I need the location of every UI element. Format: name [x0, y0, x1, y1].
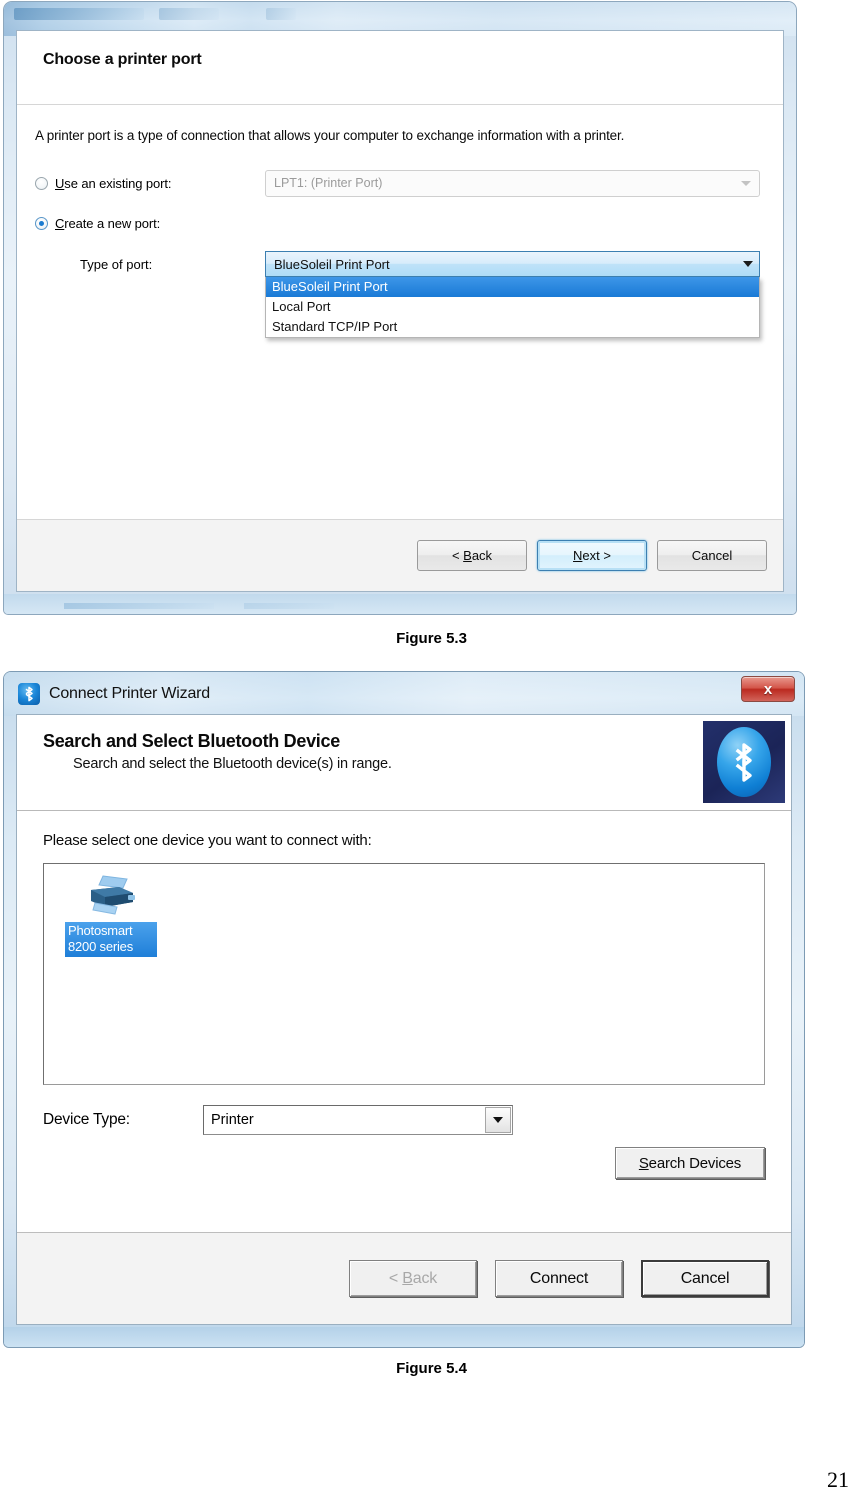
new-port-option[interactable]: Create a new port:	[35, 216, 265, 231]
back-button[interactable]: < Back	[417, 540, 527, 571]
cpw-main: Please select one device you want to con…	[17, 812, 791, 1232]
list-item[interactable]: Photosmart 8200 series	[60, 874, 162, 957]
new-port-radio[interactable]	[35, 216, 48, 230]
bluetooth-icon	[18, 683, 40, 705]
cpw-header: Search and Select Bluetooth Device Searc…	[17, 715, 791, 811]
cancel-button[interactable]: Cancel	[641, 1260, 769, 1297]
type-of-port-dropdown-list[interactable]: BlueSoleil Print Port Local Port Standar…	[265, 277, 760, 338]
cpw-heading: Search and Select Bluetooth Device	[43, 731, 340, 751]
cpw-title-bar[interactable]: Connect Printer Wizard x	[4, 672, 804, 716]
existing-port-option[interactable]: Use an existing port:	[35, 176, 265, 191]
device-name-line2: 8200 series	[68, 939, 134, 954]
existing-port-radio[interactable]	[35, 176, 48, 190]
printer-icon	[83, 874, 139, 918]
window-bottom-frame	[4, 594, 796, 614]
existing-port-combobox[interactable]: LPT1: (Printer Port)	[265, 169, 760, 197]
titlebar-reflection-2	[159, 8, 219, 20]
bottom-reflection-1	[64, 603, 214, 609]
back-button-label: < Back	[451, 548, 493, 563]
cpw-body: Search and Select Bluetooth Device Searc…	[16, 714, 792, 1325]
back-button: < Back	[349, 1260, 477, 1297]
connect-button-label: Connect	[529, 1269, 589, 1287]
printer-port-wizard-window: Choose a printer port A printer port is …	[4, 2, 796, 614]
page-number: 21	[827, 1467, 849, 1492]
device-select-prompt: Please select one device you want to con…	[43, 832, 372, 849]
next-button[interactable]: Next >	[537, 540, 647, 571]
wizard-footer: < Back Next > Cancel	[17, 519, 783, 591]
type-of-port-combobox-wrap: BlueSoleil Print Port BlueSoleil Print P…	[265, 251, 760, 338]
device-type-value: Printer	[211, 1112, 254, 1128]
wizard-description: A printer port is a type of connection t…	[35, 128, 625, 143]
dropdown-option[interactable]: BlueSoleil Print Port	[266, 277, 759, 297]
chevron-down-icon[interactable]	[743, 261, 753, 267]
device-type-row: Device Type: Printer	[43, 1105, 765, 1135]
device-list[interactable]: Photosmart 8200 series	[43, 863, 765, 1085]
close-icon: x	[763, 680, 773, 698]
cpw-footer: < Back Connect Cancel	[17, 1232, 791, 1324]
type-of-port-label: Type of port:	[80, 256, 153, 272]
type-of-port-row: Type of port: BlueSoleil Print Port Blue…	[80, 251, 765, 338]
new-port-row: Create a new port:	[35, 211, 765, 235]
connect-printer-wizard-window: Connect Printer Wizard x Search and Sele…	[4, 672, 804, 1347]
search-devices-button[interactable]: Search Devices	[615, 1147, 765, 1179]
back-button-label: < Back	[388, 1269, 438, 1287]
search-devices-label: Search Devices	[638, 1154, 742, 1172]
bluetooth-logo-oval	[717, 727, 771, 797]
wizard-content: A printer port is a type of connection t…	[17, 106, 783, 519]
close-button[interactable]: x	[741, 676, 795, 702]
chevron-down-icon[interactable]	[485, 1107, 511, 1133]
type-of-port-value: BlueSoleil Print Port	[274, 256, 390, 272]
device-name-line1: Photosmart	[68, 923, 133, 938]
cancel-button[interactable]: Cancel	[657, 540, 767, 571]
cancel-button-label: Cancel	[680, 1269, 730, 1287]
bottom-reflection-2	[244, 603, 334, 609]
type-of-port-combobox[interactable]: BlueSoleil Print Port	[265, 251, 760, 277]
cpw-bottom-frame	[4, 1327, 804, 1347]
connect-button[interactable]: Connect	[495, 1260, 623, 1297]
wizard-body: Choose a printer port A printer port is …	[16, 30, 784, 592]
next-button-label: Next >	[573, 548, 611, 563]
titlebar-reflection-3	[266, 8, 296, 20]
wizard-header: Choose a printer port	[17, 31, 783, 105]
device-type-label: Device Type:	[43, 1111, 130, 1128]
bluetooth-logo-icon	[703, 721, 785, 803]
existing-port-label: Use an existing port:	[55, 175, 172, 191]
chevron-down-icon	[741, 180, 751, 186]
device-type-combobox[interactable]: Printer	[203, 1105, 513, 1135]
cpw-window-title: Connect Printer Wizard	[49, 685, 210, 702]
cancel-button-label: Cancel	[691, 548, 733, 563]
page-title: Choose a printer port	[43, 51, 202, 68]
search-devices-row: Search Devices	[43, 1147, 765, 1179]
figure-5-3-caption: Figure 5.3	[396, 630, 467, 647]
device-name-label: Photosmart 8200 series	[65, 922, 157, 957]
existing-port-value: LPT1: (Printer Port)	[274, 176, 383, 190]
new-port-label: Create a new port:	[55, 215, 161, 231]
cpw-subheading: Search and select the Bluetooth device(s…	[73, 756, 392, 772]
dropdown-option[interactable]: Local Port	[266, 297, 759, 317]
figure-5-4-caption: Figure 5.4	[396, 1360, 467, 1377]
existing-port-row: Use an existing port: LPT1: (Printer Por…	[35, 169, 765, 197]
dropdown-option[interactable]: Standard TCP/IP Port	[266, 317, 759, 337]
titlebar-reflection-1	[14, 8, 144, 20]
